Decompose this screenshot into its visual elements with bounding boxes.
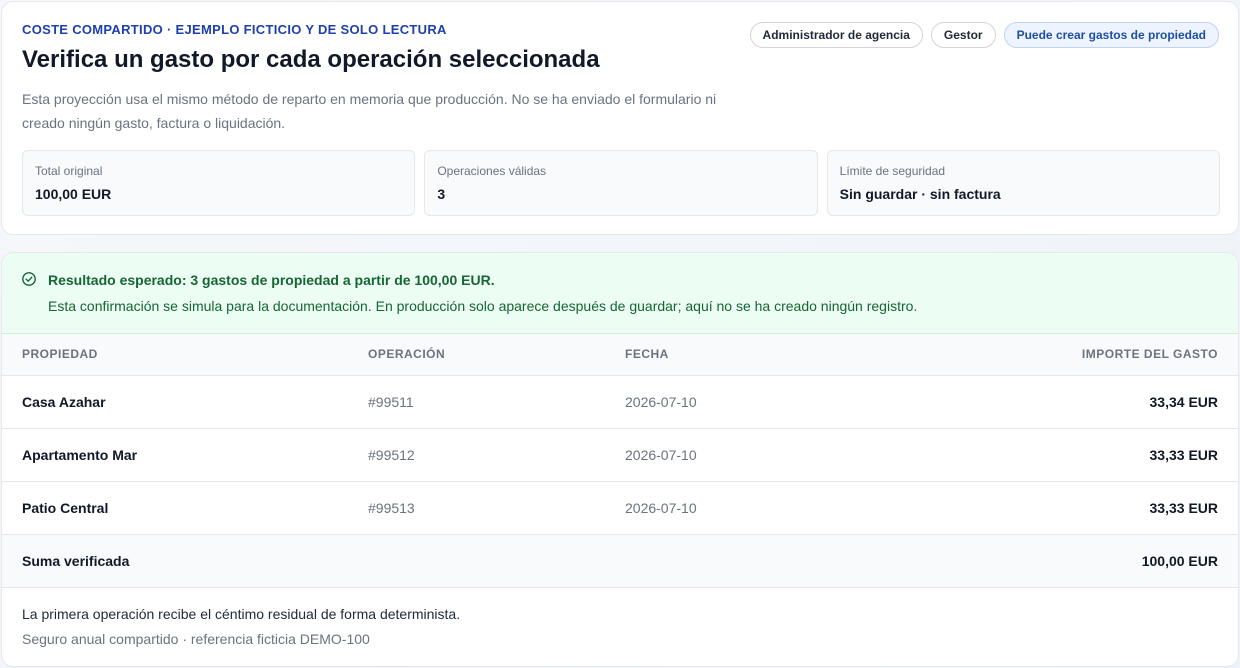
- cell-property: Patio Central: [2, 481, 348, 535]
- metric-label: Total original: [35, 164, 103, 178]
- metric-label: Límite de seguridad: [839, 164, 946, 178]
- cell-amount: 33,33 EUR: [905, 481, 1238, 535]
- success-alert: Resultado esperado: 3 gastos de propieda…: [2, 253, 1238, 334]
- metric-value: Sin guardar · sin factura: [839, 186, 1001, 202]
- page-title: Verifica un gasto por cada operación sel…: [22, 46, 600, 73]
- total-spacer: [605, 534, 905, 588]
- column-header-property: PROPIEDAD: [2, 334, 348, 376]
- total-row: Suma verificada 100,00 EUR: [2, 534, 1238, 588]
- cell-date: 2026-07-10: [605, 481, 905, 535]
- metric-valid-operations: Operaciones válidas 3: [424, 150, 818, 216]
- result-card: Resultado esperado: 3 gastos de propieda…: [1, 252, 1239, 667]
- cell-operation: #99511: [348, 375, 605, 429]
- column-header-operation: OPERACIÓN: [348, 334, 605, 376]
- alert-body: Esta confirmación se simula para la docu…: [48, 298, 918, 314]
- role-badge-agency-admin: Administrador de agencia: [749, 22, 923, 48]
- cell-operation: #99513: [348, 481, 605, 535]
- table-row: Apartamento Mar #99512 2026-07-10 33,33 …: [2, 428, 1238, 482]
- cell-date: 2026-07-10: [605, 375, 905, 429]
- footnote-main: La primera operación recibe el céntimo r…: [22, 605, 461, 622]
- total-label: Suma verificada: [2, 534, 348, 588]
- metric-original-total: Total original 100,00 EUR: [22, 150, 416, 216]
- metric-label: Operaciones válidas: [437, 164, 547, 178]
- cell-date: 2026-07-10: [605, 428, 905, 482]
- metrics-grid: Total original 100,00 EUR Operaciones vá…: [22, 150, 1220, 216]
- cell-operation: #99512: [348, 428, 605, 482]
- metric-value: 100,00 EUR: [35, 186, 112, 202]
- cell-property: Casa Azahar: [2, 375, 348, 429]
- column-header-date: FECHA: [605, 334, 905, 376]
- expense-table: PROPIEDAD OPERACIÓN FECHA IMPORTE DEL GA…: [2, 334, 1238, 588]
- footnote-sub: Seguro anual compartido · referencia fic…: [22, 630, 370, 647]
- cell-amount: 33,33 EUR: [905, 428, 1238, 482]
- total-spacer: [348, 534, 605, 588]
- cell-property: Apartamento Mar: [2, 428, 348, 482]
- metric-value: 3: [437, 186, 446, 202]
- table-row: Casa Azahar #99511 2026-07-10 33,34 EUR: [2, 375, 1238, 429]
- footnote: La primera operación recibe el céntimo r…: [2, 588, 1238, 647]
- header-card: COSTE COMPARTIDO · EJEMPLO FICTICIO Y DE…: [1, 1, 1239, 235]
- role-badges: Administrador de agencia Gestor Puede cr…: [749, 22, 1219, 48]
- metric-safety-limit: Límite de seguridad Sin guardar · sin fa…: [826, 150, 1220, 216]
- table-header-row: PROPIEDAD OPERACIÓN FECHA IMPORTE DEL GA…: [2, 334, 1238, 376]
- total-value: 100,00 EUR: [905, 534, 1238, 588]
- column-header-amount: IMPORTE DEL GASTO: [905, 334, 1238, 376]
- eyebrow-label: COSTE COMPARTIDO · EJEMPLO FICTICIO Y DE…: [22, 22, 447, 37]
- alert-title: Resultado esperado: 3 gastos de propieda…: [48, 272, 495, 288]
- check-circle-icon: [22, 272, 36, 286]
- page-description: Esta proyección usa el mismo método de r…: [22, 91, 717, 131]
- role-badge-manager: Gestor: [930, 22, 996, 48]
- cell-amount: 33,34 EUR: [905, 375, 1238, 429]
- permission-badge: Puede crear gastos de propiedad: [1003, 22, 1219, 48]
- table-row: Patio Central #99513 2026-07-10 33,33 EU…: [2, 481, 1238, 535]
